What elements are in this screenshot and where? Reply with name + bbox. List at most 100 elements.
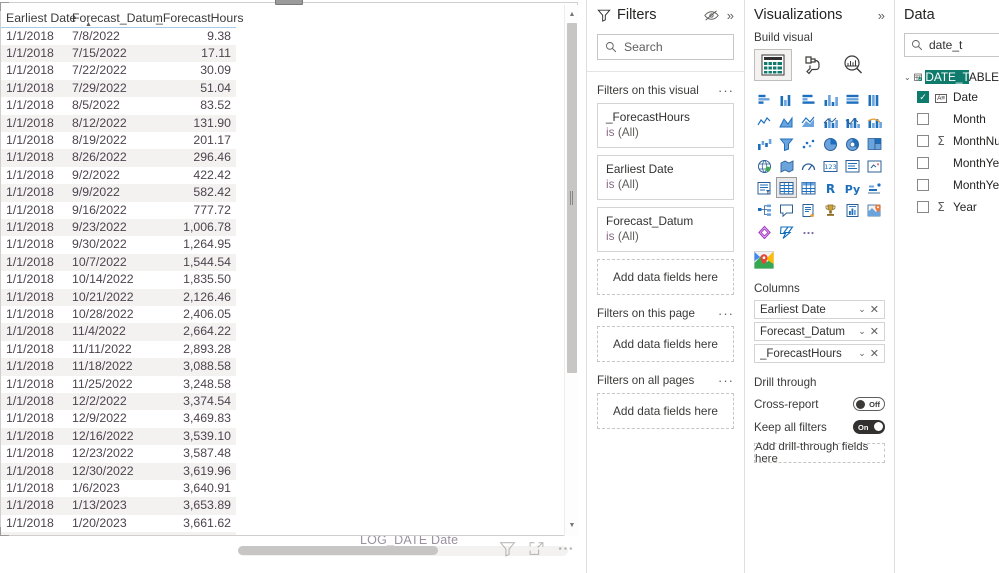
table-cell[interactable]: 17.11 xyxy=(151,44,236,63)
table-cell[interactable]: 1/1/2018 xyxy=(1,79,67,98)
filter-card[interactable]: Earliest Date is (All) xyxy=(597,155,734,200)
line-stacked-column-chart-icon[interactable] xyxy=(820,111,841,132)
table-cell[interactable]: 7/29/2022 xyxy=(67,79,151,98)
table-cell[interactable]: 12/9/2022 xyxy=(67,410,151,427)
clustered-column-chart-icon[interactable] xyxy=(820,89,841,110)
table-row[interactable]: 1/1/2018 1/20/2023 3,661.62 xyxy=(1,515,236,532)
field-checkbox[interactable] xyxy=(917,91,929,103)
table-cell[interactable]: 10/21/2022 xyxy=(67,288,151,306)
scroll-up-arrow-icon[interactable]: ▲ xyxy=(565,7,579,21)
scatter-chart-icon[interactable] xyxy=(798,133,819,154)
table-row[interactable]: 1/1/2018 12/9/2022 3,469.83 xyxy=(1,410,236,427)
more-options-icon[interactable] xyxy=(557,540,574,557)
filters-search-box[interactable]: Search xyxy=(597,34,734,60)
table-cell[interactable]: 1/1/2018 xyxy=(1,236,67,253)
table-row[interactable]: 1/1/2018 12/16/2022 3,539.10 xyxy=(1,427,236,446)
table-cell[interactable]: 1/1/2018 xyxy=(1,410,67,427)
table-row[interactable]: 1/1/2018 10/7/2022 1,544.54 xyxy=(1,253,236,272)
paginated-report-icon[interactable] xyxy=(842,199,863,220)
table-icon[interactable] xyxy=(776,177,797,198)
table-row[interactable]: 1/1/2018 8/5/2022 83.52 xyxy=(1,97,236,114)
column-field-well[interactable]: _ForecastHours ⌄ ✕ xyxy=(754,344,885,363)
visualization-type-gallery[interactable]: 123 R Py xyxy=(754,89,885,242)
table-cell[interactable]: 296.46 xyxy=(151,149,236,167)
data-search-box[interactable]: date_t xyxy=(904,33,999,57)
table-row[interactable]: 1/1/2018 11/25/2022 3,248.58 xyxy=(1,376,236,393)
stacked-area-chart-icon[interactable] xyxy=(798,111,819,132)
arcgis-maps-icon[interactable] xyxy=(864,199,885,220)
table-cell[interactable]: 1/27/2023 xyxy=(67,532,151,535)
field-checkbox[interactable] xyxy=(917,113,929,125)
table-cell[interactable]: 3,374.54 xyxy=(151,393,236,411)
table-cell[interactable]: 1,544.54 xyxy=(151,253,236,272)
table-cell[interactable]: 3,653.89 xyxy=(151,497,236,515)
filter-group-more-icon[interactable]: ··· xyxy=(718,84,734,97)
table-cell[interactable]: 1/6/2023 xyxy=(67,480,151,497)
donut-chart-icon[interactable] xyxy=(842,133,863,154)
table-cell[interactable]: 1/1/2018 xyxy=(1,271,67,288)
gauge-icon[interactable] xyxy=(798,155,819,176)
table-cell[interactable]: 1/1/2018 xyxy=(1,288,67,306)
table-row[interactable]: 1/1/2018 9/23/2022 1,006.78 xyxy=(1,218,236,237)
funnel-icon[interactable] xyxy=(776,133,797,154)
table-cell[interactable]: 3,587.48 xyxy=(151,445,236,462)
filled-map-icon[interactable] xyxy=(776,155,797,176)
table-cell[interactable]: 9/9/2022 xyxy=(67,184,151,202)
table-cell[interactable]: 1/1/2018 xyxy=(1,97,67,114)
column-header-forecast-datum[interactable]: Forecast_Datum ▲ xyxy=(67,3,163,28)
table-cell[interactable]: 12/16/2022 xyxy=(67,427,151,446)
table-cell[interactable]: 1/1/2018 xyxy=(1,445,67,462)
table-cell[interactable]: 3,248.58 xyxy=(151,376,236,393)
table-cell[interactable]: 1/1/2018 xyxy=(1,358,67,376)
filter-dropzone[interactable]: Add data fields here xyxy=(597,326,734,362)
slicer-icon[interactable] xyxy=(754,177,775,198)
table-row[interactable]: 1/1/2018 11/11/2022 2,893.28 xyxy=(1,341,236,358)
table-row[interactable]: 1/1/2018 7/22/2022 30.09 xyxy=(1,62,236,79)
scroll-down-arrow-icon[interactable]: ▼ xyxy=(565,518,579,532)
treemap-icon[interactable] xyxy=(864,133,885,154)
table-cell[interactable]: 9.38 xyxy=(151,27,236,45)
table-cell[interactable]: 10/7/2022 xyxy=(67,253,151,272)
table-cell[interactable]: 11/18/2022 xyxy=(67,358,151,376)
remove-field-icon[interactable]: ✕ xyxy=(870,325,879,338)
table-cell[interactable]: 7/22/2022 xyxy=(67,62,151,79)
table-cell[interactable]: 2,893.28 xyxy=(151,341,236,358)
table-cell[interactable]: 1/1/2018 xyxy=(1,376,67,393)
table-cell[interactable]: 1/20/2023 xyxy=(67,515,151,532)
table-cell[interactable]: 51.04 xyxy=(151,79,236,98)
table-cell[interactable]: 3,539.10 xyxy=(151,427,236,446)
power-automate-icon[interactable] xyxy=(776,221,797,242)
table-cell[interactable]: 1/1/2018 xyxy=(1,532,67,535)
table-cell[interactable]: 7/8/2022 xyxy=(67,27,151,45)
table-row[interactable]: 1/1/2018 11/18/2022 3,088.58 xyxy=(1,358,236,376)
table-cell[interactable]: 11/25/2022 xyxy=(67,376,151,393)
table-row[interactable]: 1/1/2018 7/29/2022 51.04 xyxy=(1,79,236,98)
table-cell[interactable]: 9/23/2022 xyxy=(67,218,151,237)
table-cell[interactable]: 1/1/2018 xyxy=(1,462,67,481)
table-cell[interactable]: 1/1/2018 xyxy=(1,515,67,532)
data-field-row[interactable]: Σ MonthNu xyxy=(904,130,999,152)
table-cell[interactable]: 2,406.05 xyxy=(151,306,236,323)
area-chart-icon[interactable] xyxy=(776,111,797,132)
expand-collapse-chevron-down-icon[interactable]: ⌄ xyxy=(904,73,911,82)
table-row[interactable]: 1/1/2018 12/2/2022 3,374.54 xyxy=(1,393,236,411)
table-row[interactable]: 1/1/2018 10/21/2022 2,126.46 xyxy=(1,288,236,306)
table-cell[interactable]: 1/1/2018 xyxy=(1,114,67,132)
table-cell[interactable]: 1/1/2018 xyxy=(1,167,67,184)
table-cell[interactable]: 2,664.22 xyxy=(151,323,236,341)
line-chart-icon[interactable] xyxy=(754,111,775,132)
table-cell[interactable]: 11/4/2022 xyxy=(67,323,151,341)
chevron-down-icon[interactable]: ⌄ xyxy=(858,326,866,337)
remove-field-icon[interactable]: ✕ xyxy=(870,303,879,316)
table-row[interactable]: 1/1/2018 8/19/2022 201.17 xyxy=(1,132,236,149)
table-cell[interactable]: 10/28/2022 xyxy=(67,306,151,323)
table-cell[interactable]: 1/1/2018 xyxy=(1,480,67,497)
table-cell[interactable]: 7/15/2022 xyxy=(67,44,151,63)
filter-card[interactable]: Forecast_Datum is (All) xyxy=(597,207,734,252)
table-row[interactable]: 1/1/2018 10/14/2022 1,835.50 xyxy=(1,271,236,288)
table-cell[interactable]: 30.09 xyxy=(151,62,236,79)
table-cell[interactable]: 3,619.96 xyxy=(151,462,236,481)
table-cell[interactable]: 1/1/2018 xyxy=(1,497,67,515)
table-row[interactable]: 1/1/2018 7/8/2022 9.38 xyxy=(1,27,236,45)
table-cell[interactable]: 1/1/2018 xyxy=(1,44,67,63)
